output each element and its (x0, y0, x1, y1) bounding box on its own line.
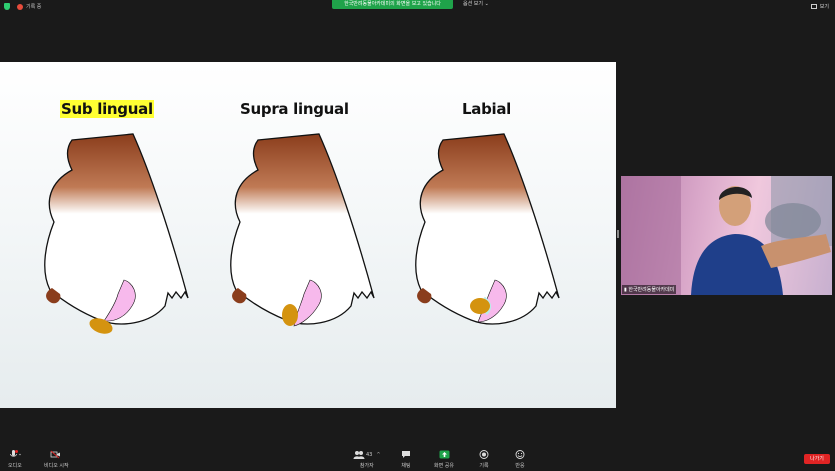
chevron-up-icon[interactable]: ^ (376, 452, 380, 458)
video-off-icon (50, 450, 61, 459)
view-button[interactable]: 보기 (810, 3, 829, 10)
chat-label: 채팅 (401, 463, 411, 469)
record-icon (479, 450, 489, 459)
participants-icon (353, 451, 365, 459)
start-video-label: 비디오 시작 (44, 463, 69, 469)
top-bar: 기록 중 한국반려동물아카데미의 화면을 보고 있습니다 옵션 보기 ⌄ 보기 (0, 0, 835, 12)
chat-icon (402, 451, 410, 458)
dog-muzzle-illustrations (44, 133, 560, 334)
view-options-button[interactable]: 옵션 보기 ⌄ (459, 0, 493, 9)
signal-bars-icon: ▮ (624, 287, 627, 293)
muzzle-sub-lingual (44, 133, 189, 334)
participants-label: 참가자 (359, 463, 374, 469)
reactions-label: 반응 (515, 463, 525, 469)
record-dot-icon (17, 3, 23, 10)
record-label: 기록 (479, 463, 489, 469)
microphone-icon (10, 450, 21, 457)
reactions-button[interactable]: 반응 (515, 450, 525, 469)
participant-name: ▮ 한국반려동물아카데미 (622, 285, 677, 294)
share-screen-button[interactable]: 화면 공유 (434, 450, 454, 469)
muzzle-supra-lingual (230, 133, 375, 327)
audio-button[interactable]: 오디오 (8, 450, 22, 469)
audio-label: 오디오 (8, 463, 22, 469)
chat-button[interactable]: 채팅 (401, 450, 411, 469)
leave-button[interactable]: 나가기 (804, 454, 830, 464)
share-screen-icon (439, 450, 449, 459)
participant-video-frame (621, 176, 832, 295)
view-button-label: 보기 (819, 4, 829, 10)
smiley-icon (515, 450, 525, 459)
participant-video[interactable]: ▮ 한국반려동물아카데미 (621, 176, 832, 295)
participants-count: 43 (366, 451, 373, 458)
panel-resize-handle[interactable] (617, 230, 619, 238)
share-screen-label: 화면 공유 (434, 463, 454, 469)
shield-icon (4, 3, 10, 10)
participant-name-text: 한국반려동물아카데미 (628, 287, 675, 293)
muzzle-labial (415, 133, 560, 325)
meeting-toolbar: 오디오 비디오 시작 43 ^ 참가자 채팅 화면 공유 기록 반응 (0, 446, 835, 471)
shared-screen-slide: Sub lingual Supra lingual Labial (0, 62, 616, 408)
screen-share-banner: 한국반려동물아카데미의 화면을 보고 있습니다 (332, 0, 453, 9)
grid-view-icon (810, 4, 817, 9)
start-video-button[interactable]: 비디오 시작 (44, 450, 69, 469)
record-button[interactable]: 기록 (479, 450, 489, 469)
recording-indicator[interactable]: 기록 중 (4, 3, 41, 10)
participants-button[interactable]: 43 ^ 참가자 (353, 450, 381, 469)
recording-label: 기록 중 (26, 4, 42, 10)
